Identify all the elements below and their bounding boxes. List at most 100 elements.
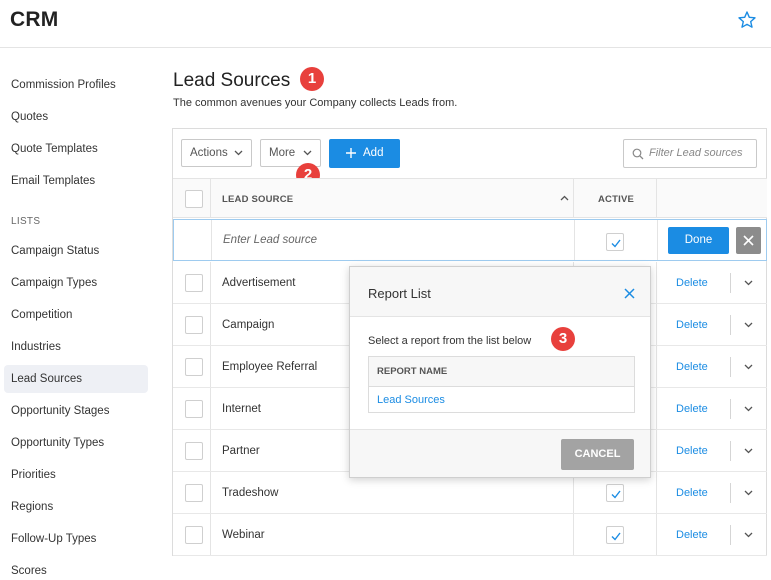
- column-header-active: ACTIVE: [598, 194, 635, 205]
- checkmark-icon: [611, 532, 621, 541]
- more-label: More: [269, 147, 296, 159]
- lead-source-name: Advertisement: [222, 277, 296, 289]
- app-header: CRM: [0, 0, 771, 48]
- checkmark-icon: [611, 490, 621, 499]
- sidebar-item-quotes[interactable]: Quotes: [4, 103, 148, 131]
- column-divider: [656, 346, 657, 387]
- delete-link[interactable]: Delete: [676, 262, 708, 304]
- sidebar-item-follow-up-types[interactable]: Follow-Up Types: [4, 525, 148, 553]
- new-row-active-checkbox[interactable]: [606, 233, 624, 251]
- chevron-down-icon[interactable]: [744, 364, 753, 370]
- table-row: Tradeshow Delete: [173, 472, 767, 514]
- row-checkbox[interactable]: [185, 484, 203, 502]
- modal-header: Report List: [350, 267, 650, 317]
- table-header: LEAD SOURCE ACTIVE: [173, 178, 767, 218]
- close-icon[interactable]: [624, 288, 635, 299]
- column-divider: [573, 472, 574, 513]
- column-divider: [210, 472, 211, 513]
- lead-source-input[interactable]: Enter Lead source: [211, 220, 574, 261]
- row-checkbox[interactable]: [185, 400, 203, 418]
- done-button[interactable]: Done: [668, 227, 729, 254]
- column-divider: [656, 304, 657, 345]
- modal-instruction: Select a report from the list below: [368, 335, 532, 347]
- separator: [730, 357, 731, 377]
- filter-input[interactable]: Filter Lead sources: [623, 139, 757, 168]
- sidebar-item-opportunity-types[interactable]: Opportunity Types: [4, 429, 148, 457]
- chevron-down-icon[interactable]: [744, 322, 753, 328]
- lead-source-name: Internet: [222, 403, 261, 415]
- column-divider: [656, 514, 657, 555]
- sidebar-item-campaign-status[interactable]: Campaign Status: [4, 237, 148, 265]
- row-checkbox[interactable]: [185, 526, 203, 544]
- column-divider: [210, 430, 211, 471]
- chevron-down-icon[interactable]: [744, 406, 753, 412]
- active-checkbox[interactable]: [606, 526, 624, 544]
- active-checkbox[interactable]: [606, 484, 624, 502]
- chevron-down-icon[interactable]: [744, 448, 753, 454]
- column-divider: [656, 472, 657, 513]
- delete-link[interactable]: Delete: [676, 304, 708, 346]
- actions-dropdown[interactable]: Actions: [181, 139, 252, 167]
- separator: [730, 441, 731, 461]
- column-divider: [656, 388, 657, 429]
- sidebar-item-quote-templates[interactable]: Quote Templates: [4, 135, 148, 163]
- add-button[interactable]: Add: [329, 139, 400, 168]
- cancel-button[interactable]: CANCEL: [561, 439, 634, 470]
- sidebar-item-email-templates[interactable]: Email Templates: [4, 167, 148, 195]
- add-label: Add: [363, 147, 384, 159]
- sidebar-section-lists: LISTS: [11, 216, 41, 227]
- lead-source-name: Partner: [222, 445, 260, 457]
- sidebar-item-industries[interactable]: Industries: [4, 333, 148, 361]
- filter-placeholder: Filter Lead sources: [649, 147, 743, 159]
- column-header-lead-source[interactable]: LEAD SOURCE: [222, 194, 293, 205]
- sidebar-item-campaign-types[interactable]: Campaign Types: [4, 269, 148, 297]
- column-divider: [656, 262, 657, 303]
- modal-footer: CANCEL: [350, 429, 650, 477]
- row-checkbox[interactable]: [185, 316, 203, 334]
- lead-source-name: Campaign: [222, 319, 275, 331]
- lead-source-name: Employee Referral: [222, 361, 318, 373]
- column-divider: [656, 430, 657, 471]
- sidebar-item-regions[interactable]: Regions: [4, 493, 148, 521]
- chevron-down-icon[interactable]: [744, 490, 753, 496]
- cancel-edit-button[interactable]: [736, 227, 761, 254]
- chevron-down-icon: [303, 150, 312, 156]
- sort-ascending-icon[interactable]: [560, 195, 569, 201]
- row-checkbox[interactable]: [185, 274, 203, 292]
- column-divider: [657, 220, 658, 260]
- table-row: Webinar Delete: [173, 514, 767, 556]
- sidebar-item-priorities[interactable]: Priorities: [4, 461, 148, 489]
- row-checkbox[interactable]: [185, 358, 203, 376]
- column-divider: [210, 262, 211, 303]
- page-title: Lead Sources: [173, 70, 291, 91]
- report-link[interactable]: Lead Sources: [377, 387, 445, 413]
- badge-3: 3: [551, 327, 575, 351]
- search-icon: [632, 148, 644, 160]
- select-all-checkbox[interactable]: [185, 190, 203, 208]
- column-divider: [210, 304, 211, 345]
- plus-icon: [346, 148, 356, 158]
- sidebar-item-opportunity-stages[interactable]: Opportunity Stages: [4, 397, 148, 425]
- sidebar-item-scores[interactable]: Scores: [4, 557, 148, 580]
- separator: [730, 525, 731, 545]
- row-checkbox[interactable]: [185, 442, 203, 460]
- delete-link[interactable]: Delete: [676, 472, 708, 514]
- app-title: CRM: [10, 8, 59, 31]
- chevron-down-icon[interactable]: [744, 280, 753, 286]
- chevron-down-icon[interactable]: [744, 532, 753, 538]
- page-subtitle: The common avenues your Company collects…: [173, 97, 458, 109]
- star-icon[interactable]: [737, 10, 757, 30]
- report-name-column-header: REPORT NAME: [369, 357, 634, 387]
- sidebar-item-lead-sources[interactable]: Lead Sources: [4, 365, 148, 393]
- separator: [730, 483, 731, 503]
- delete-link[interactable]: Delete: [676, 346, 708, 388]
- delete-link[interactable]: Delete: [676, 388, 708, 430]
- sidebar-item-competition[interactable]: Competition: [4, 301, 148, 329]
- sidebar-item-commission-profiles[interactable]: Commission Profiles: [4, 71, 148, 99]
- report-list-modal: Report List Select a report from the lis…: [349, 266, 651, 478]
- column-divider: [210, 346, 211, 387]
- lead-source-name: Webinar: [222, 529, 265, 541]
- delete-link[interactable]: Delete: [676, 514, 708, 556]
- separator: [730, 315, 731, 335]
- delete-link[interactable]: Delete: [676, 430, 708, 472]
